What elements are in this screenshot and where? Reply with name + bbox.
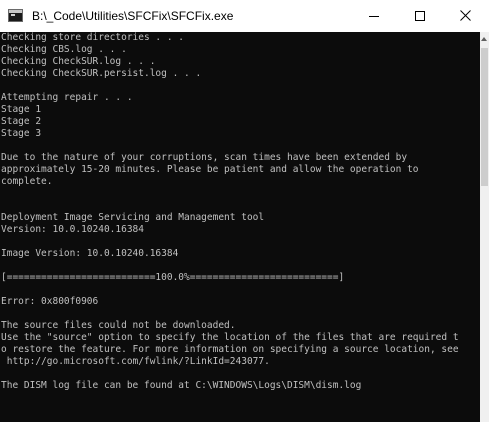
- maximize-button[interactable]: [397, 0, 443, 32]
- console-line: approximately 15-20 minutes. Please be p…: [1, 164, 419, 175]
- console-line: o restore the feature. For more informat…: [1, 344, 459, 355]
- console-line: Stage 1: [1, 104, 42, 115]
- console-line: The source files could not be downloaded…: [1, 320, 236, 331]
- console-line: Checking store directories . . .: [1, 32, 185, 43]
- console-line: Checking CheckSUR.log . . .: [1, 56, 156, 67]
- console-line: Due to the nature of your corruptions, s…: [1, 152, 408, 163]
- console-line: Error: 0x800f0906: [1, 296, 99, 307]
- title-bar[interactable]: B:\_Code\Utilities\SFCFix\SFCFix.exe: [0, 0, 489, 32]
- window-title: B:\_Code\Utilities\SFCFix\SFCFix.exe: [32, 9, 234, 23]
- console-line: Checking CBS.log . . .: [1, 44, 127, 55]
- console-line: [==========================100.0%=======…: [1, 272, 345, 283]
- vertical-scrollbar[interactable]: [480, 32, 489, 422]
- maximize-icon: [415, 11, 425, 21]
- console-line: Attempting repair . . .: [1, 92, 133, 103]
- close-button[interactable]: [443, 0, 489, 32]
- console-line: Version: 10.0.10240.16384: [1, 224, 144, 235]
- console-line: complete.: [1, 176, 53, 187]
- close-icon: [460, 10, 471, 21]
- minimize-icon: [369, 16, 379, 17]
- console-line: Use the "source" option to specify the l…: [1, 332, 459, 343]
- scrollbar-thumb[interactable]: [481, 48, 488, 186]
- console-output[interactable]: Checking store directories . . . Checking…: [0, 32, 480, 422]
- console-line: Deployment Image Servicing and Managemen…: [1, 212, 265, 223]
- console-line: Stage 3: [1, 128, 42, 139]
- console-line: Stage 2: [1, 116, 42, 127]
- console-line: http://go.microsoft.com/fwlink/?LinkId=2…: [1, 356, 270, 367]
- console-line: Image Version: 10.0.10240.16384: [1, 248, 179, 259]
- console-window: B:\_Code\Utilities\SFCFix\SFCFix.exe Che…: [0, 0, 489, 422]
- scroll-up-arrow-icon[interactable]: [480, 32, 489, 46]
- minimize-button[interactable]: [351, 0, 397, 32]
- console-app-icon[interactable]: [8, 9, 23, 22]
- console-text: Checking store directories . . . Checking…: [1, 32, 459, 392]
- console-line: The DISM log file can be found at C:\WIN…: [1, 380, 362, 391]
- console-line: Checking CheckSUR.persist.log . . .: [1, 68, 202, 79]
